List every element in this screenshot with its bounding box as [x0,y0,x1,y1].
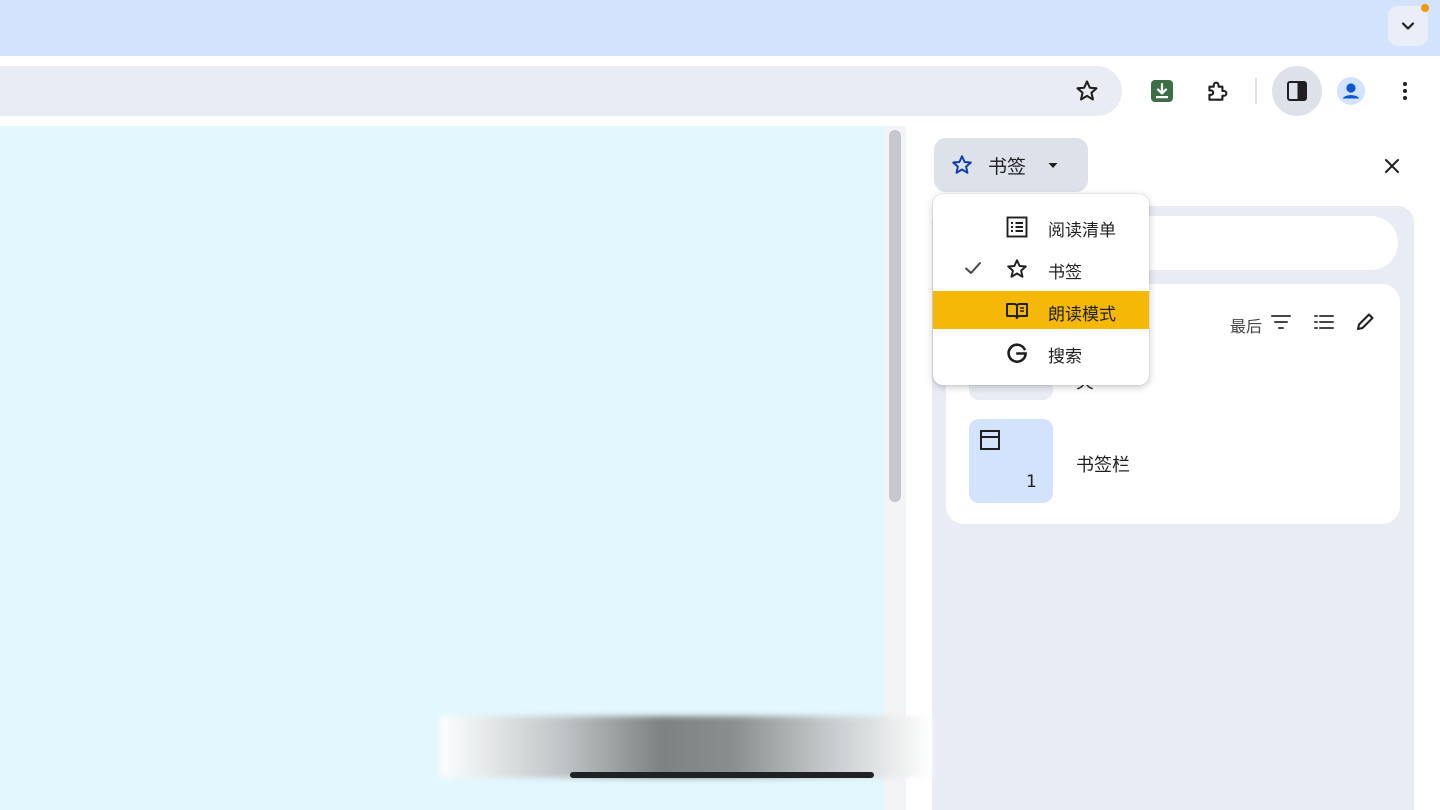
side-panel-switcher[interactable]: 书签 [934,138,1088,192]
blurred-caption-overlay [440,716,932,778]
tab-search-button[interactable] [1388,6,1428,46]
close-icon [1382,156,1402,176]
caret-down-icon [1046,158,1060,172]
side-panel-switcher-menu: 阅读清单 书签 朗读模式 搜索 [933,194,1149,385]
bookmarks-bar-folder-icon [979,429,1001,451]
checkmark-icon [963,258,983,278]
menu-item-bookmarks[interactable]: 书签 [933,249,1149,287]
edit-pencil-icon[interactable] [1354,311,1376,333]
menu-item-reading-list[interactable]: 阅读清单 [933,207,1149,245]
side-panel-button[interactable] [1272,66,1322,116]
google-g-icon [1005,341,1029,365]
extensions-button[interactable] [1197,71,1237,111]
menu-item-reading-mode[interactable]: 朗读模式 [933,291,1149,329]
scrollbar-thumb[interactable] [889,130,901,502]
three-dots-vertical-icon [1393,79,1417,103]
notification-dot [1421,4,1429,12]
chevron-down-icon [1399,17,1417,35]
reading-list-icon [1005,215,1029,239]
star-outline-icon [950,153,974,177]
menu-item-label: 阅读清单 [1048,221,1116,241]
download-extension-icon [1150,79,1174,103]
side-panel-switcher-label: 书签 [988,155,1027,178]
open-book-icon [1005,299,1029,323]
puzzle-icon [1204,78,1230,104]
profile-icon [1336,76,1366,106]
bookmark-star-button[interactable] [1067,71,1107,111]
folder-label[interactable]: 书签栏 [1076,451,1130,477]
panel-separator [906,126,932,810]
menu-item-label: 书签 [1048,263,1082,283]
folder-item-count: 1 [1026,472,1037,492]
close-side-panel-button[interactable] [1374,148,1410,184]
web-page-content[interactable] [0,126,884,810]
side-panel-icon [1285,79,1309,103]
menu-item-label: 朗读模式 [1048,305,1116,325]
menu-item-search[interactable]: 搜索 [933,333,1149,371]
tab-strip [0,0,1440,56]
menu-item-label: 搜索 [1048,347,1082,367]
sort-filter-icon[interactable] [1269,311,1293,333]
star-outline-icon [1074,78,1100,104]
profile-button[interactable] [1331,71,1371,111]
sort-order-label[interactable]: 最后 [1230,313,1262,337]
download-extension-button[interactable] [1142,71,1182,111]
toolbar-divider [1255,78,1257,104]
address-bar[interactable] [0,66,1122,116]
browser-menu-button[interactable] [1385,71,1425,111]
star-outline-icon [1005,257,1029,281]
caption-underline-bar [570,772,874,778]
list-view-icon[interactable] [1312,311,1336,333]
